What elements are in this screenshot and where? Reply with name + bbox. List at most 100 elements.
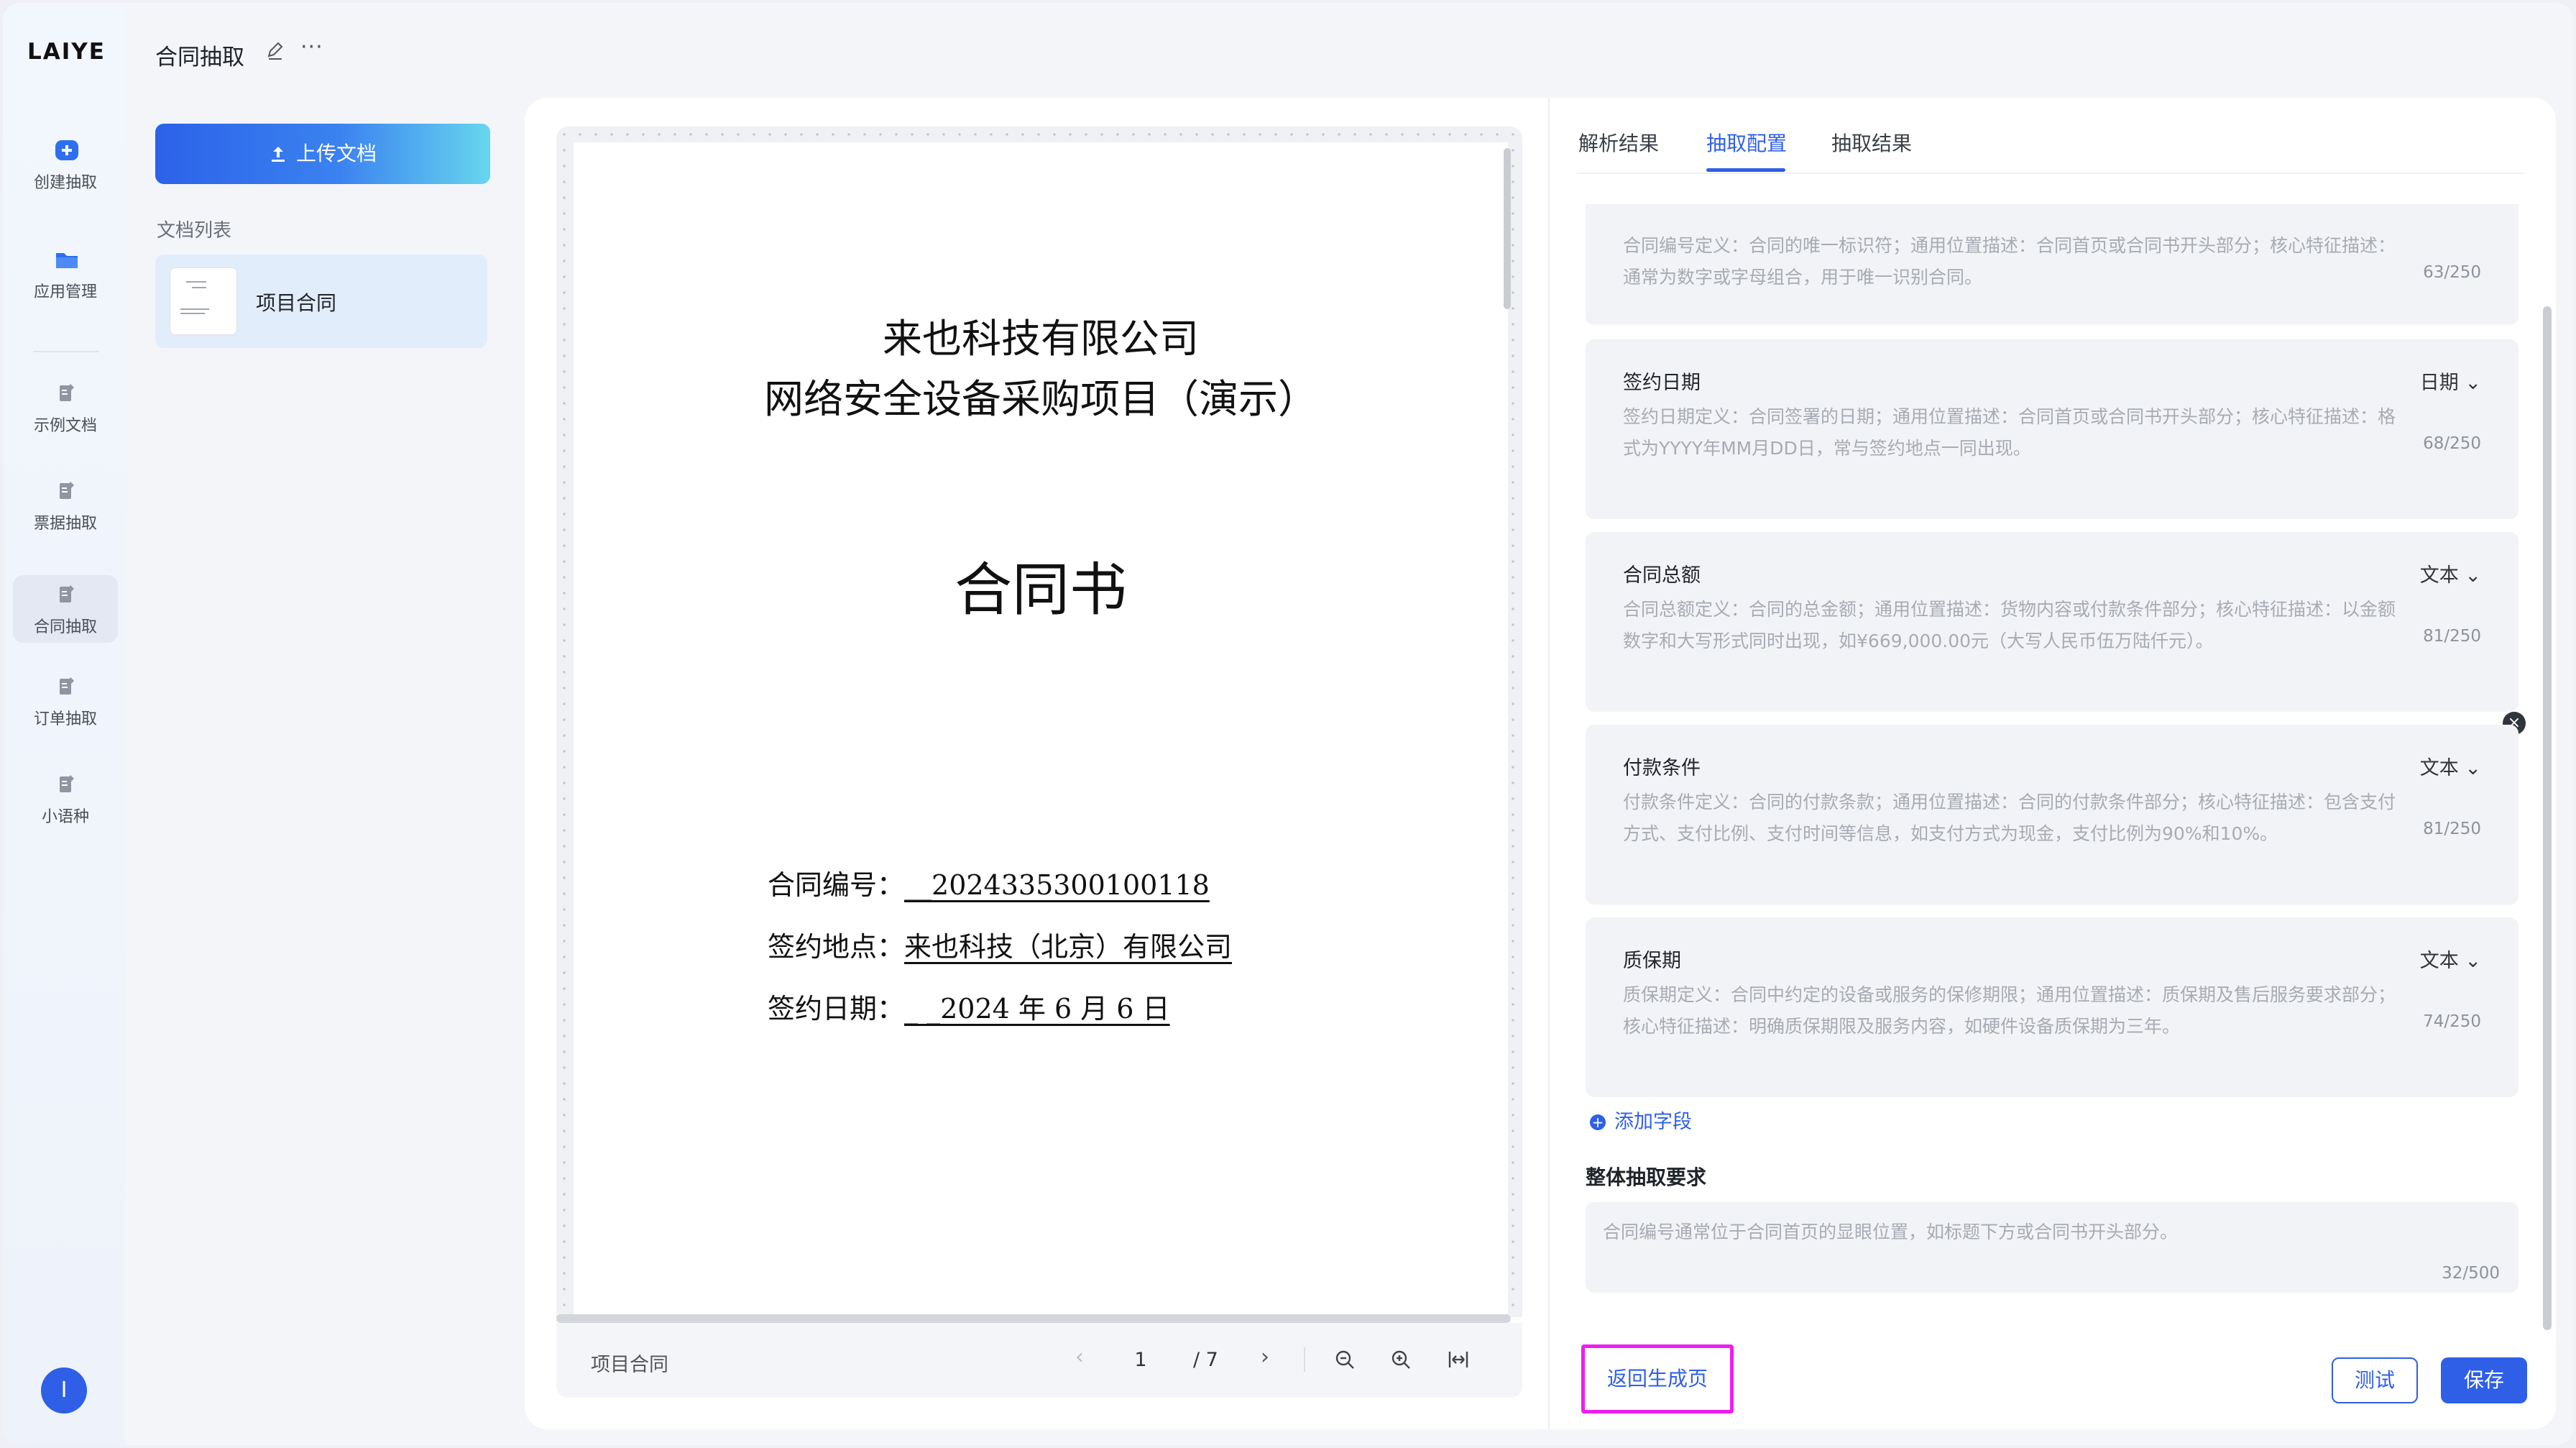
main-panel: 来也科技有限公司 网络安全设备采购项目（演示） 合同书 合同编号：__20243…	[525, 98, 2556, 1429]
next-page-icon[interactable]: ›	[1261, 1344, 1269, 1370]
field-card-warranty-period: 质保期 文本 ⌄ 质保期定义：合同中约定的设备或服务的保修期限；通用位置描述：质…	[1586, 917, 2518, 1097]
char-count: 32/500	[2442, 1264, 2500, 1283]
document-thumbnail	[170, 267, 237, 335]
signing-place-row: 签约地点：来也科技（北京）有限公司	[768, 925, 1232, 964]
field-value: _ _2024 年 6 月 6 日	[904, 993, 1170, 1025]
upload-document-button[interactable]: 上传文档	[155, 124, 490, 184]
document-list-title: 文档列表	[157, 220, 232, 242]
document-edit-icon	[60, 482, 74, 499]
requirements-text: 合同编号通常位于合同首页的显眼位置，如标题下方或合同书开头部分。	[1603, 1222, 2179, 1242]
tab-parse-results[interactable]: 解析结果	[1578, 128, 1659, 157]
document-page: 来也科技有限公司 网络安全设备采购项目（演示） 合同书 合同编号：__20243…	[574, 142, 1508, 1314]
nav-label: 小语种	[41, 808, 89, 826]
user-avatar[interactable]: I	[41, 1367, 87, 1413]
left-nav: LAIYE 创建抽取 应用管理 示例文档 票据抽取 合同抽取 订单抽取 小语种 …	[3, 3, 125, 1445]
field-description[interactable]: 付款条件定义：合同的付款条款；通用位置描述：合同的付款条件部分；核心特征描述：包…	[1623, 787, 2406, 850]
document-edit-icon	[60, 677, 74, 695]
chevron-down-icon: ⌄	[2465, 757, 2481, 779]
page-number-input[interactable]: 1	[1130, 1349, 1151, 1371]
field-type-label: 日期	[2419, 372, 2459, 394]
field-value: __2024335300100118	[904, 869, 1210, 901]
laiye-logo: LAIYE	[27, 39, 106, 65]
zoom-in-icon[interactable]	[1389, 1347, 1413, 1372]
tab-extraction-results[interactable]: 抽取结果	[1831, 128, 1912, 157]
viewer-toolbar: 项目合同 ‹ 1 / 7 ›	[556, 1323, 1522, 1398]
pencil-edit-icon[interactable]	[264, 40, 286, 62]
nav-item-app-management[interactable]: 应用管理	[13, 240, 118, 308]
field-type-select[interactable]: 日期 ⌄	[2420, 367, 2481, 395]
tab-extraction-config[interactable]: 抽取配置	[1706, 128, 1787, 157]
nav-item-sample-docs[interactable]: 示例文档	[13, 374, 118, 441]
save-button[interactable]: 保存	[2441, 1357, 2527, 1403]
field-value: 来也科技（北京）有限公司	[904, 931, 1233, 963]
nav-label: 合同抽取	[33, 618, 97, 636]
zoom-out-icon[interactable]	[1333, 1347, 1357, 1372]
field-name[interactable]: 付款条件	[1623, 752, 1701, 780]
field-type-select[interactable]: 文本 ⌄	[2420, 945, 2481, 973]
field-description[interactable]: 合同总额定义：合同的总金额；通用位置描述：货物内容或付款条件部分；核心特征描述：…	[1623, 594, 2406, 657]
field-description[interactable]: 质保期定义：合同中约定的设备或服务的保修期限；通用位置描述：质保期及售后服务要求…	[1623, 979, 2406, 1043]
field-name[interactable]: 签约日期	[1623, 367, 1701, 395]
char-count: 81/250	[2423, 627, 2481, 646]
nav-item-invoice-extraction[interactable]: 票据抽取	[13, 472, 118, 539]
plus-icon: +	[1590, 1114, 1606, 1130]
field-label: 签约日期：	[768, 993, 905, 1025]
char-count: 63/250	[2423, 263, 2481, 282]
document-edit-icon	[60, 585, 74, 602]
document-heading: 合同书	[954, 556, 1127, 623]
field-label: 签约地点：	[768, 931, 905, 963]
field-label: 合同编号：	[768, 869, 905, 901]
active-tab-indicator	[1706, 168, 1785, 172]
upload-label: 上传文档	[295, 142, 377, 165]
nav-label: 订单抽取	[33, 710, 97, 728]
document-company: 来也科技有限公司	[882, 316, 1199, 362]
fit-width-icon[interactable]	[1446, 1347, 1471, 1372]
more-options-icon[interactable]: ···	[300, 35, 323, 60]
field-type-label: 文本	[2419, 757, 2459, 779]
nav-item-minor-languages[interactable]: 小语种	[13, 765, 118, 833]
signing-date-row: 签约日期：_ _2024 年 6 月 6 日	[768, 986, 1170, 1026]
config-scrollbar[interactable]	[2543, 306, 2552, 1330]
field-type-select[interactable]: 文本 ⌄	[2420, 752, 2481, 780]
panel-divider	[1548, 98, 1550, 1429]
field-type-label: 文本	[2419, 950, 2459, 972]
add-field-button[interactable]: + 添加字段	[1590, 1106, 1692, 1134]
previous-page-icon[interactable]: ‹	[1075, 1344, 1084, 1370]
document-viewer: 来也科技有限公司 网络安全设备采购项目（演示） 合同书 合同编号：__20243…	[556, 127, 1522, 1398]
nav-divider	[33, 351, 99, 352]
viewer-horizontal-scrollbar[interactable]	[556, 1314, 1511, 1323]
field-description[interactable]: 合同编号定义：合同的唯一标识符；通用位置描述：合同首页或合同书开头部分；核心特征…	[1623, 230, 2406, 293]
back-to-generate-button[interactable]: 返回生成页	[1581, 1344, 1734, 1413]
field-type-select[interactable]: 文本 ⌄	[2420, 559, 2481, 587]
document-project: 网络安全设备采购项目（演示）	[763, 376, 1317, 422]
chevron-down-icon: ⌄	[2465, 950, 2481, 972]
field-card-contract-number: 合同编号定义：合同的唯一标识符；通用位置描述：合同首页或合同书开头部分；核心特征…	[1586, 204, 2518, 325]
page-total: / 7	[1193, 1349, 1218, 1371]
document-edit-icon	[60, 384, 74, 401]
add-field-label: 添加字段	[1614, 1111, 1692, 1133]
toolbar-divider	[1304, 1347, 1305, 1372]
page-title: 合同抽取	[155, 45, 244, 70]
extraction-requirements-title: 整体抽取要求	[1586, 1165, 1707, 1189]
nav-item-contract-extraction[interactable]: 合同抽取	[13, 575, 118, 643]
document-name: 项目合同	[256, 291, 337, 315]
document-list-item[interactable]: 项目合同	[155, 255, 487, 348]
test-button[interactable]: 测试	[2332, 1357, 2418, 1403]
char-count: 81/250	[2423, 820, 2481, 838]
field-description[interactable]: 签约日期定义：合同签署的日期；通用位置描述：合同首页或合同书开头部分；核心特征描…	[1623, 401, 2406, 464]
field-name[interactable]: 质保期	[1623, 945, 1681, 973]
nav-label: 票据抽取	[33, 515, 97, 533]
nav-item-order-extraction[interactable]: 订单抽取	[13, 667, 118, 735]
app-window: LAIYE 创建抽取 应用管理 示例文档 票据抽取 合同抽取 订单抽取 小语种 …	[3, 3, 2573, 1445]
plus-circle-icon	[55, 140, 78, 160]
nav-label: 应用管理	[33, 283, 97, 301]
field-name[interactable]: 合同总额	[1623, 559, 1701, 587]
char-count: 74/250	[2423, 1012, 2481, 1031]
nav-item-create-extraction[interactable]: 创建抽取	[13, 131, 118, 198]
extraction-requirements-input[interactable]: 合同编号通常位于合同首页的显眼位置，如标题下方或合同书开头部分。 32/500	[1586, 1202, 2518, 1293]
nav-label: 示例文档	[33, 417, 97, 435]
char-count: 68/250	[2423, 434, 2481, 453]
viewer-vertical-scrollbar[interactable]	[1504, 148, 1511, 309]
field-type-label: 文本	[2419, 564, 2459, 587]
chevron-down-icon: ⌄	[2465, 564, 2481, 587]
